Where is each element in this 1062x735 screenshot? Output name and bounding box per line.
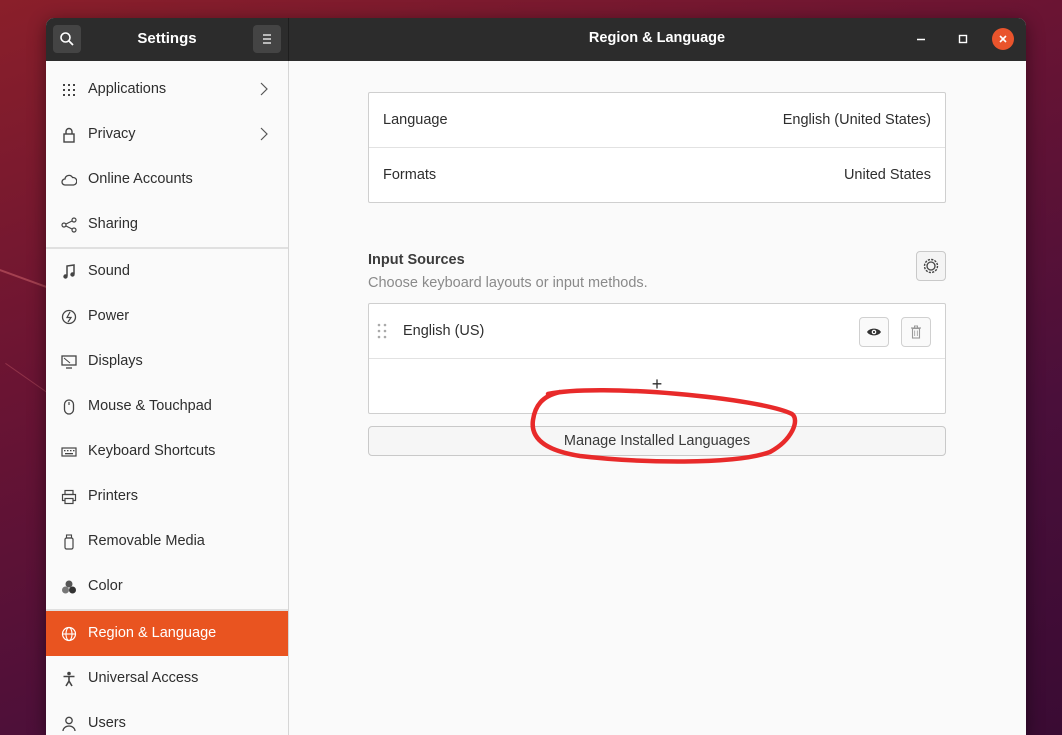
title-bar: Settings Region & Language	[46, 18, 1026, 61]
lock-icon	[60, 126, 78, 144]
sidebar-item-displays[interactable]: Displays	[46, 339, 288, 384]
sidebar-item-users[interactable]: Users	[46, 701, 288, 735]
region-language-panel: Language English (United States) Formats…	[289, 61, 1026, 735]
music-note-icon	[60, 263, 78, 281]
language-value: English (United States)	[782, 112, 931, 128]
hamburger-icon	[263, 34, 271, 44]
input-sources-list: English (US) +	[368, 303, 946, 414]
input-source-row[interactable]: English (US)	[369, 304, 945, 359]
remove-input-source-button[interactable]	[901, 317, 931, 347]
cloud-icon	[60, 171, 78, 189]
sidebar-item-color[interactable]: Color	[46, 564, 288, 609]
sidebar-item-printers[interactable]: Printers	[46, 474, 288, 519]
search-icon	[60, 32, 74, 46]
sidebar-item-removable-media[interactable]: Removable Media	[46, 519, 288, 564]
minimize-icon	[917, 38, 925, 41]
search-button[interactable]	[53, 25, 81, 53]
sidebar-item-label: Mouse & Touchpad	[88, 398, 212, 414]
printer-icon	[60, 488, 78, 506]
sidebar-item-label: Privacy	[88, 126, 136, 142]
sidebar-item-sound[interactable]: Sound	[46, 249, 288, 294]
sidebar-item-label: Sharing	[88, 216, 138, 232]
sidebar-item-label: Users	[88, 715, 126, 731]
formats-label: Formats	[383, 167, 437, 183]
sidebar-item-label: Keyboard Shortcuts	[88, 443, 216, 459]
sidebar-item-mouse-touchpad[interactable]: Mouse & Touchpad	[46, 384, 288, 429]
drag-handle-icon[interactable]	[377, 323, 387, 339]
sidebar-item-label: Removable Media	[88, 533, 205, 549]
usb-drive-icon	[60, 533, 78, 551]
formats-value: United States	[843, 167, 931, 183]
user-icon	[60, 715, 78, 733]
input-source-label: English (US)	[403, 323, 485, 339]
sidebar-item-label: Online Accounts	[88, 171, 193, 187]
language-formats-list: Language English (United States) Formats…	[368, 92, 946, 203]
sidebar-item-privacy[interactable]: Privacy	[46, 112, 288, 157]
power-icon	[60, 308, 78, 326]
input-sources-title: Input Sources	[368, 252, 465, 268]
sidebar-item-label: Applications	[88, 81, 167, 97]
sidebar-item-region-language[interactable]: Region & Language	[46, 611, 288, 656]
sidebar-item-label: Color	[88, 578, 123, 594]
sidebar-item-power[interactable]: Power	[46, 294, 288, 339]
grid-icon	[60, 81, 78, 99]
globe-icon	[60, 625, 78, 643]
sidebar-item-label: Printers	[88, 488, 138, 504]
sidebar-item-sharing[interactable]: Sharing	[46, 202, 288, 247]
display-icon	[60, 353, 78, 371]
trash-icon	[911, 325, 921, 339]
add-input-source-row[interactable]: +	[369, 359, 945, 413]
color-icon	[60, 578, 78, 596]
close-icon	[999, 35, 1007, 43]
language-row[interactable]: Language English (United States)	[369, 93, 945, 148]
mouse-icon	[60, 398, 78, 416]
share-icon	[60, 216, 78, 234]
sidebar-item-label: Displays	[88, 353, 143, 369]
gear-icon	[923, 258, 939, 274]
input-sources-options-button[interactable]	[916, 251, 946, 281]
settings-window: Settings Region & Language Applications …	[46, 18, 1026, 735]
eye-icon	[867, 328, 881, 336]
add-icon: +	[651, 374, 663, 394]
sidebar-item-applications[interactable]: Applications	[46, 67, 288, 112]
sidebar-title: Settings	[137, 30, 197, 47]
maximize-button[interactable]	[952, 28, 974, 50]
chevron-right-icon	[260, 82, 268, 96]
sidebar-item-label: Universal Access	[88, 670, 199, 686]
sidebar-item-online-accounts[interactable]: Online Accounts	[46, 157, 288, 202]
sidebar-item-label: Sound	[88, 263, 130, 279]
sidebar-header: Settings	[46, 18, 289, 61]
sidebar-item-label: Region & Language	[88, 625, 217, 641]
sidebar-item-label: Power	[88, 308, 130, 324]
keyboard-icon	[60, 443, 78, 461]
manage-installed-languages-button[interactable]: Manage Installed Languages	[368, 426, 946, 456]
accessibility-icon	[60, 670, 78, 688]
menu-button[interactable]	[253, 25, 281, 53]
sidebar-item-keyboard-shortcuts[interactable]: Keyboard Shortcuts	[46, 429, 288, 474]
preview-layout-button[interactable]	[859, 317, 889, 347]
minimize-button[interactable]	[910, 28, 932, 50]
formats-row[interactable]: Formats United States	[369, 148, 945, 202]
maximize-icon	[958, 34, 968, 44]
chevron-right-icon	[260, 127, 268, 141]
settings-sidebar: Applications Privacy Online Accounts Sha…	[46, 61, 289, 735]
close-button[interactable]	[992, 28, 1014, 50]
sidebar-item-universal-access[interactable]: Universal Access	[46, 656, 288, 701]
input-sources-subtitle: Choose keyboard layouts or input methods…	[368, 275, 648, 291]
language-label: Language	[383, 112, 448, 128]
